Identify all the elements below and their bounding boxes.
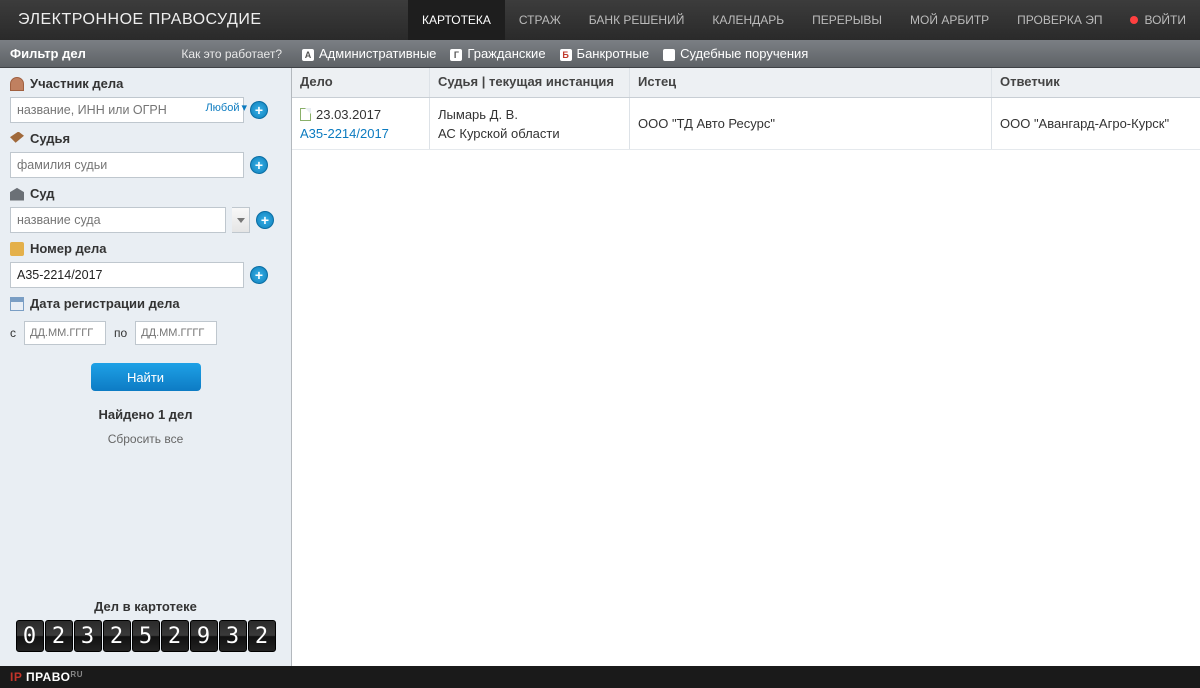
nav-myarbitr[interactable]: МОЙ АРБИТР bbox=[896, 0, 1003, 40]
filter-sidebar: Участник дела Любой + Судья + Суд + Номе… bbox=[0, 68, 292, 666]
case-date: 23.03.2017 bbox=[316, 107, 381, 122]
type-orders[interactable]: Судебные поручения bbox=[663, 46, 808, 61]
footer: IP ПРАВОRU bbox=[0, 666, 1200, 688]
court-dropdown[interactable] bbox=[232, 207, 250, 233]
checkbox-icon: А bbox=[302, 49, 314, 61]
nav-strazh[interactable]: СТРАЖ bbox=[505, 0, 575, 40]
nav-pererivy[interactable]: ПЕРЕРЫВЫ bbox=[798, 0, 896, 40]
table-row[interactable]: 23.03.2017 А35-2214/2017 Лымарь Д. В. АС… bbox=[292, 98, 1200, 150]
counter-label: Дел в картотеке bbox=[0, 599, 291, 614]
th-plaintiff[interactable]: Истец bbox=[630, 68, 992, 97]
how-it-works-link[interactable]: Как это работает? bbox=[181, 47, 282, 61]
th-judge[interactable]: Судья | текущая инстанция bbox=[430, 68, 630, 97]
gavel-icon bbox=[10, 132, 24, 146]
checkbox-icon: Б bbox=[560, 49, 572, 61]
nav-kartoteka[interactable]: КАРТОТЕКА bbox=[408, 0, 505, 40]
site-logo: ЭЛЕКТРОННОЕ ПРАВОСУДИЕ bbox=[0, 11, 280, 29]
add-judge-button[interactable]: + bbox=[250, 156, 268, 174]
top-nav: ЭЛЕКТРОННОЕ ПРАВОСУДИЕ КАРТОТЕКА СТРАЖ Б… bbox=[0, 0, 1200, 40]
date-from-label: с bbox=[10, 326, 16, 340]
th-case[interactable]: Дело bbox=[292, 68, 430, 97]
judge-title: Судья bbox=[30, 131, 70, 146]
document-icon bbox=[300, 108, 311, 121]
date-title: Дата регистрации дела bbox=[30, 296, 180, 311]
add-case-button[interactable]: + bbox=[250, 266, 268, 284]
results-count: Найдено 1 дел bbox=[0, 407, 291, 422]
calendar-icon bbox=[10, 297, 24, 311]
footer-logo[interactable]: IP ПРАВОRU bbox=[10, 670, 83, 684]
court-icon bbox=[10, 187, 24, 201]
date-to-label: по bbox=[114, 326, 127, 340]
case-counter: 0 2 3 2 5 2 9 3 2 bbox=[16, 620, 276, 652]
folder-icon bbox=[10, 242, 24, 256]
participant-type-select[interactable]: Любой bbox=[205, 101, 247, 114]
type-admin[interactable]: ААдминистративные bbox=[302, 46, 436, 61]
judge-input[interactable] bbox=[10, 152, 244, 178]
judge-name: Лымарь Д. В. bbox=[438, 107, 621, 122]
nav-proverka[interactable]: ПРОВЕРКА ЭП bbox=[1003, 0, 1116, 40]
court-input[interactable] bbox=[10, 207, 226, 233]
filter-title: Фильтр дел bbox=[10, 46, 86, 61]
add-court-button[interactable]: + bbox=[256, 211, 274, 229]
type-bankrupt[interactable]: ББанкротные bbox=[560, 46, 650, 61]
court-name: АС Курской области bbox=[438, 126, 621, 141]
case-number-link[interactable]: А35-2214/2017 bbox=[300, 126, 421, 141]
add-participant-button[interactable]: + bbox=[250, 101, 268, 119]
th-defendant[interactable]: Ответчик bbox=[992, 68, 1200, 97]
login-status-dot-icon bbox=[1130, 16, 1138, 24]
login-label: ВОЙТИ bbox=[1144, 13, 1186, 27]
case-title: Номер дела bbox=[30, 241, 107, 256]
date-to-input[interactable] bbox=[135, 321, 217, 345]
case-number-input[interactable] bbox=[10, 262, 244, 288]
court-title: Суд bbox=[30, 186, 55, 201]
reset-button[interactable]: Сбросить все bbox=[0, 432, 291, 446]
plaintiff-name: ООО "ТД Авто Ресурс" bbox=[638, 116, 983, 131]
checkbox-icon bbox=[663, 49, 675, 61]
participant-title: Участник дела bbox=[30, 76, 123, 91]
date-from-input[interactable] bbox=[24, 321, 106, 345]
nav-calendar[interactable]: КАЛЕНДАРЬ bbox=[698, 0, 798, 40]
search-button[interactable]: Найти bbox=[91, 363, 201, 391]
login-button[interactable]: ВОЙТИ bbox=[1116, 0, 1200, 40]
person-icon bbox=[10, 77, 24, 91]
table-header: Дело Судья | текущая инстанция Истец Отв… bbox=[292, 68, 1200, 98]
checkbox-icon: Г bbox=[450, 49, 462, 61]
nav-bank[interactable]: БАНК РЕШЕНИЙ bbox=[575, 0, 699, 40]
secondary-bar: Фильтр дел Как это работает? ААдминистра… bbox=[0, 40, 1200, 68]
results-panel: Дело Судья | текущая инстанция Истец Отв… bbox=[292, 68, 1200, 666]
defendant-name: ООО "Авангард-Агро-Курск" bbox=[1000, 116, 1192, 131]
type-civil[interactable]: ГГражданские bbox=[450, 46, 545, 61]
